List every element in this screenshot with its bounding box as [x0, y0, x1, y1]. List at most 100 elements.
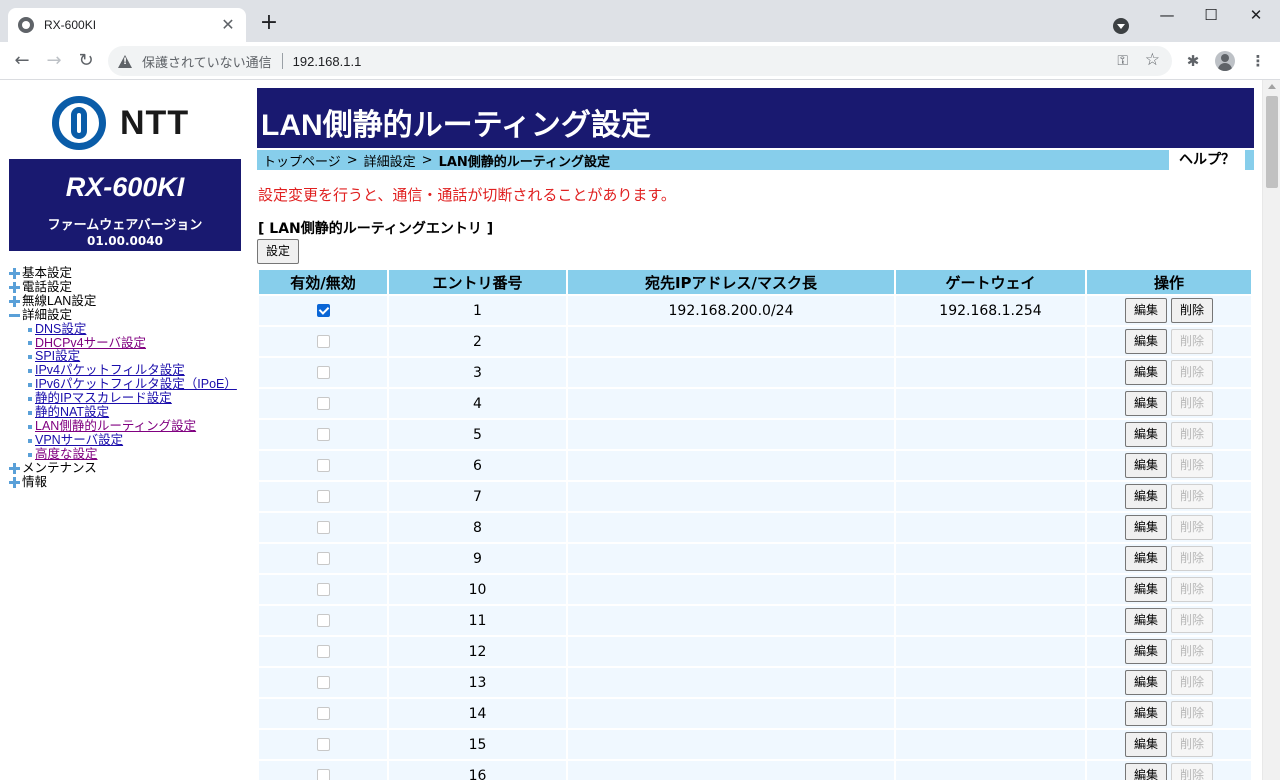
- enabled-checkbox[interactable]: [316, 645, 330, 658]
- submenu-item-static-nat[interactable]: 静的NAT設定: [9, 405, 237, 420]
- enabled-checkbox[interactable]: [316, 304, 330, 317]
- menu-label[interactable]: 基本設定: [22, 266, 72, 281]
- menu-label[interactable]: 電話設定: [22, 280, 72, 295]
- submenu-item-static-masquerade[interactable]: 静的IPマスカレード設定: [9, 391, 237, 406]
- edit-button[interactable]: 編集: [1125, 391, 1167, 416]
- submenu-link[interactable]: 静的IPマスカレード設定: [35, 391, 172, 406]
- submenu-link[interactable]: 高度な設定: [35, 447, 98, 462]
- edit-button[interactable]: 編集: [1125, 422, 1167, 447]
- menu-item-phone[interactable]: 電話設定: [9, 280, 237, 295]
- enabled-checkbox[interactable]: [316, 490, 330, 503]
- enabled-checkbox[interactable]: [316, 521, 330, 534]
- submenu-item-lan-static-routing[interactable]: LAN側静的ルーティング設定: [9, 419, 237, 434]
- profile-avatar-icon[interactable]: [1215, 51, 1235, 71]
- breadcrumb-home[interactable]: トップページ: [257, 151, 341, 170]
- edit-button[interactable]: 編集: [1125, 484, 1167, 509]
- edit-button[interactable]: 編集: [1125, 453, 1167, 478]
- address-bar[interactable]: 保護されていない通信 192.168.1.1 ⚿ ☆: [108, 46, 1172, 76]
- submenu-item-dns[interactable]: DNS設定: [9, 322, 237, 337]
- edit-button[interactable]: 編集: [1125, 701, 1167, 726]
- edit-button[interactable]: 編集: [1125, 732, 1167, 757]
- scroll-up-arrow-icon[interactable]: [1268, 84, 1276, 89]
- menu-item-maintenance[interactable]: メンテナンス: [9, 461, 237, 476]
- enabled-checkbox[interactable]: [316, 335, 330, 348]
- submenu-link[interactable]: LAN側静的ルーティング設定: [35, 419, 196, 434]
- edit-button[interactable]: 編集: [1125, 763, 1167, 780]
- gateway-cell: [896, 730, 1085, 759]
- edit-button[interactable]: 編集: [1125, 608, 1167, 633]
- close-window-button[interactable]: ✕: [1233, 4, 1279, 26]
- enabled-checkbox[interactable]: [316, 428, 330, 441]
- tab-search-icon[interactable]: [1113, 18, 1129, 34]
- enabled-checkbox[interactable]: [316, 366, 330, 379]
- enabled-checkbox[interactable]: [316, 676, 330, 689]
- expand-plus-icon[interactable]: [9, 477, 20, 489]
- row-actions: 編集 削除: [1087, 484, 1251, 509]
- browser-tab[interactable]: RX-600KI ✕: [8, 8, 246, 42]
- enabled-checkbox[interactable]: [316, 552, 330, 565]
- maximize-button[interactable]: ☐: [1188, 4, 1234, 26]
- enabled-checkbox[interactable]: [316, 769, 330, 780]
- back-icon[interactable]: ←: [10, 49, 34, 73]
- collapse-minus-icon[interactable]: [9, 310, 20, 321]
- submenu-link[interactable]: DNS設定: [35, 322, 86, 337]
- submenu-item-advanced-settings[interactable]: 高度な設定: [9, 447, 237, 462]
- star-icon[interactable]: ☆: [1145, 50, 1160, 70]
- column-header-enabled: 有効/無効: [259, 270, 387, 294]
- url-text[interactable]: 192.168.1.1: [293, 54, 362, 69]
- warning-message: 設定変更を行うと、通信・通話が切断されることがあります。: [258, 186, 676, 204]
- security-label[interactable]: 保護されていない通信: [142, 52, 272, 71]
- submenu-link[interactable]: VPNサーバ設定: [35, 433, 123, 448]
- enabled-checkbox[interactable]: [316, 397, 330, 410]
- set-button[interactable]: 設定: [257, 239, 299, 264]
- breadcrumb-parent[interactable]: 詳細設定: [358, 151, 416, 170]
- delete-button: 削除: [1171, 484, 1213, 509]
- extensions-icon[interactable]: ✱: [1182, 50, 1204, 72]
- expand-plus-icon[interactable]: [9, 282, 20, 294]
- expand-plus-icon[interactable]: [9, 268, 20, 280]
- edit-button[interactable]: 編集: [1125, 577, 1167, 602]
- submenu-item-vpn-server[interactable]: VPNサーバ設定: [9, 433, 237, 448]
- scrollbar-thumb[interactable]: [1266, 96, 1278, 188]
- edit-button[interactable]: 編集: [1125, 515, 1167, 540]
- menu-item-basic[interactable]: 基本設定: [9, 266, 237, 281]
- edit-button[interactable]: 編集: [1125, 546, 1167, 571]
- forward-icon[interactable]: →: [42, 49, 66, 73]
- menu-label[interactable]: 無線LAN設定: [22, 294, 96, 309]
- menu-kebab-icon[interactable]: ⋮: [1247, 50, 1269, 72]
- destination-cell: [568, 637, 894, 666]
- minimize-button[interactable]: —: [1144, 4, 1190, 26]
- warning-icon[interactable]: [118, 54, 132, 68]
- menu-item-wireless[interactable]: 無線LAN設定: [9, 294, 237, 309]
- enabled-checkbox[interactable]: [316, 459, 330, 472]
- vertical-scrollbar[interactable]: [1262, 80, 1280, 780]
- enabled-checkbox[interactable]: [316, 707, 330, 720]
- reload-icon[interactable]: ↻: [74, 49, 98, 73]
- entry-number-cell: 15: [389, 730, 566, 759]
- edit-button[interactable]: 編集: [1125, 670, 1167, 695]
- edit-button[interactable]: 編集: [1125, 329, 1167, 354]
- entry-number-cell: 4: [389, 389, 566, 418]
- delete-button[interactable]: 削除: [1171, 298, 1213, 323]
- enabled-checkbox[interactable]: [316, 614, 330, 627]
- new-tab-button[interactable]: +: [258, 12, 280, 34]
- menu-item-info[interactable]: 情報: [9, 475, 237, 490]
- edit-button[interactable]: 編集: [1125, 639, 1167, 664]
- expand-plus-icon[interactable]: [9, 463, 20, 475]
- menu-label[interactable]: 情報: [22, 475, 47, 490]
- help-button[interactable]: ヘルプ？: [1169, 150, 1245, 170]
- enabled-checkbox[interactable]: [316, 738, 330, 751]
- delete-button: 削除: [1171, 670, 1213, 695]
- menu-label[interactable]: メンテナンス: [22, 461, 97, 476]
- edit-button[interactable]: 編集: [1125, 360, 1167, 385]
- enabled-checkbox[interactable]: [316, 583, 330, 596]
- menu-label[interactable]: 詳細設定: [22, 308, 72, 323]
- expand-plus-icon[interactable]: [9, 296, 20, 308]
- breadcrumb: トップページ > 詳細設定 > LAN側静的ルーティング設定: [257, 150, 1254, 170]
- key-icon[interactable]: ⚿: [1117, 53, 1128, 69]
- tab-close-icon[interactable]: ✕: [220, 17, 236, 33]
- submenu-link[interactable]: 静的NAT設定: [35, 405, 109, 420]
- bullet-icon: [28, 355, 32, 360]
- menu-item-advanced[interactable]: 詳細設定: [9, 308, 237, 323]
- edit-button[interactable]: 編集: [1125, 298, 1167, 323]
